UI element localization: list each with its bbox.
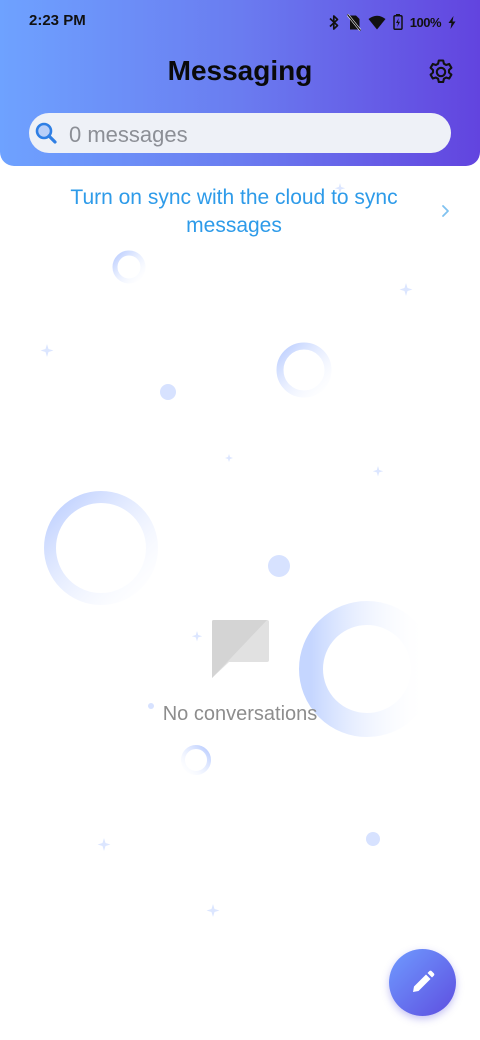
compose-button[interactable] (389, 949, 456, 1016)
status-bar: 2:23 PM 100% (0, 0, 480, 44)
wifi-icon (368, 15, 386, 30)
settings-button[interactable] (427, 58, 455, 86)
deco-ring (181, 745, 211, 775)
status-icons: 100% (328, 12, 456, 32)
bluetooth-icon (328, 14, 340, 31)
deco-dot (268, 555, 290, 577)
sync-banner-link[interactable]: Turn on sync with the cloud to sync mess… (36, 184, 432, 240)
search-icon (34, 121, 58, 145)
empty-state-text: No conversations (162, 703, 318, 725)
deco-ring (44, 491, 158, 605)
message-bubble-icon (210, 618, 270, 678)
deco-ring (276, 342, 332, 398)
deco-dot (366, 832, 380, 846)
pencil-icon (410, 970, 435, 995)
deco-sparkles (40, 183, 413, 917)
charging-icon (448, 15, 456, 29)
search-input[interactable]: 0 messages (29, 113, 451, 153)
search-placeholder: 0 messages (69, 122, 188, 147)
deco-dot (160, 384, 176, 400)
battery-icon (393, 14, 403, 30)
battery-percent: 100% (409, 14, 442, 30)
no-sim-icon (346, 13, 361, 31)
messaging-screen: 2:23 PM 100% Messaging 0 messages Turn o… (0, 0, 480, 1040)
page-title: Messaging (167, 55, 313, 86)
status-time: 2:23 PM (29, 12, 86, 29)
deco-ring (112, 250, 146, 284)
app-header: 2:23 PM 100% Messaging 0 messages (0, 0, 480, 166)
gear-icon (429, 59, 453, 84)
chevron-right-icon[interactable] (440, 202, 452, 220)
